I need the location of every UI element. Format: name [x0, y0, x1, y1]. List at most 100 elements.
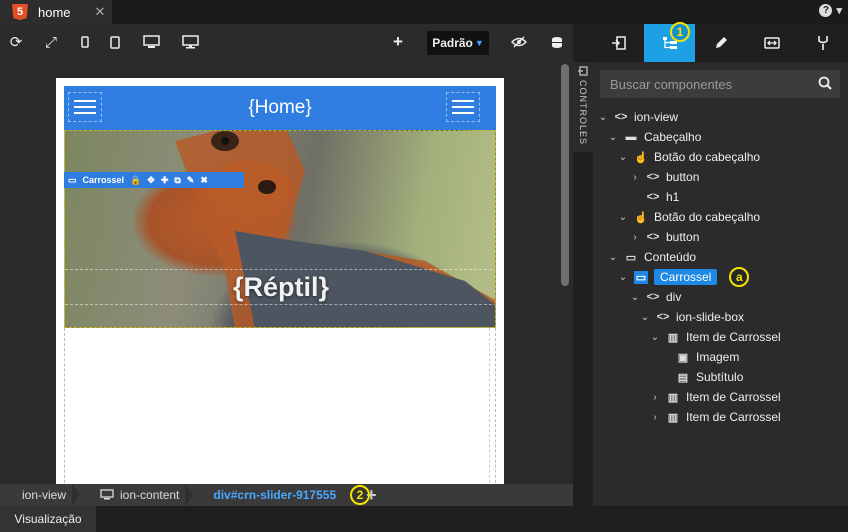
enter-icon — [578, 66, 588, 76]
chevron-right-icon[interactable]: › — [650, 392, 660, 403]
chevron-down-icon[interactable]: ⌄ — [650, 332, 660, 343]
tree-node-label: Cabeçalho — [644, 130, 702, 144]
status-bar: Visualização — [0, 506, 848, 532]
code-icon: <> — [656, 311, 670, 323]
breadcrumb: ion-view ion-content div#crn-slider-9175… — [0, 484, 573, 506]
monitor-icon: ▭ — [625, 251, 637, 264]
tree-node[interactable]: ⌄ ▥ Item de Carrossel — [650, 328, 781, 346]
tree-node[interactable]: ⌄ ☝ Botão do cabeçalho — [618, 148, 760, 166]
copy-icon[interactable]: ⧉ — [174, 175, 180, 186]
breadcrumb-item-current[interactable]: div#crn-slider-917555 — [199, 484, 336, 506]
expand-icon[interactable]: ⤢ — [42, 33, 60, 51]
editor-tab-bar: 5 home ✕ ? ▾ — [0, 0, 848, 24]
tree-node-label: ion-slide-box — [676, 310, 745, 324]
lock-icon[interactable]: 🔒 — [130, 175, 141, 186]
tab-home[interactable]: 5 home ✕ — [0, 0, 112, 24]
tab-edit[interactable] — [695, 24, 746, 62]
chevron-down-icon[interactable]: ⌄ — [640, 312, 650, 323]
tab-events[interactable] — [746, 24, 797, 62]
pin-icon[interactable]: ▾ — [836, 4, 842, 17]
search-input[interactable] — [610, 76, 810, 92]
controls-tab[interactable]: CONTROLES — [573, 62, 593, 152]
desktop-icon[interactable] — [142, 33, 160, 51]
tree-node[interactable]: › <> button — [630, 168, 699, 186]
code-icon: <> — [646, 171, 660, 183]
breadcrumb-item-ion-view[interactable]: ion-view — [0, 484, 66, 506]
tab-import[interactable] — [593, 24, 644, 62]
monitor-icon — [100, 489, 114, 500]
chevron-down-icon[interactable]: ⌄ — [630, 292, 640, 303]
device-preview: {Home} {Réptil} — [56, 78, 504, 484]
header-icon: ▬ — [625, 131, 637, 143]
app-header[interactable]: {Home} — [64, 86, 496, 130]
phone-icon[interactable] — [106, 33, 124, 51]
tree-node[interactable]: ▣ Imagem — [660, 348, 740, 366]
tab-visualization[interactable]: Visualização — [0, 506, 96, 532]
tree-node-label: Carrossel — [654, 269, 718, 285]
tree-node-label: Botão do cabeçalho — [654, 150, 761, 164]
eye-slash-icon[interactable] — [510, 33, 528, 51]
touch-icon: ☝ — [634, 211, 648, 224]
tree-node[interactable]: ⌄ <> ion-slide-box — [640, 308, 744, 326]
chevron-right-icon[interactable]: › — [650, 412, 660, 423]
touch-icon: ☝ — [634, 151, 648, 164]
tree-node-label: Botão do cabeçalho — [654, 210, 761, 224]
preset-select[interactable]: Padrão ▼ — [427, 31, 489, 55]
annotation-1: 1 — [670, 22, 690, 42]
tree-node[interactable]: ⌄ ▬ Cabeçalho — [608, 128, 702, 146]
tree-node[interactable]: <> h1 — [630, 188, 680, 206]
code-icon: <> — [614, 111, 628, 123]
breadcrumb-item-ion-content[interactable]: ion-content — [86, 484, 179, 506]
search-icon[interactable] — [818, 76, 832, 90]
tree-node[interactable]: ▤ Subtítulo — [660, 368, 744, 386]
carousel-subtitle: {Réptil} — [232, 271, 330, 302]
style-icon — [817, 36, 828, 50]
tree-node[interactable]: ⌄ <> ion-view — [598, 108, 678, 126]
tab-label: home — [38, 4, 71, 20]
content-outline-inner — [484, 328, 490, 484]
carousel-slide[interactable]: {Réptil} — [64, 130, 496, 328]
tree-node-label: button — [666, 170, 700, 184]
tree-node-label: Subtítulo — [696, 370, 744, 384]
tree-node[interactable]: ⌄ <> div — [630, 288, 682, 306]
canvas-stage: {Home} {Réptil} ▭ Carrossel 🔒 ✥ ✚ ⧉ ✎ ✖ — [0, 62, 573, 484]
chevron-right-icon[interactable]: › — [630, 172, 640, 183]
tree-node[interactable]: ⌄ ▭ Conteúdo — [608, 248, 696, 266]
tab-style[interactable] — [797, 24, 848, 62]
magic-icon[interactable]: ✎ — [187, 175, 195, 186]
pencil-icon — [715, 37, 727, 48]
refresh-icon[interactable]: ⟳ — [7, 33, 25, 51]
carousel-icon: ▭ — [634, 270, 648, 284]
tree-node-selected[interactable]: ⌄ ▭ Carrossel a — [618, 267, 750, 287]
tree-node-label: Imagem — [696, 350, 740, 364]
chevron-down-icon[interactable]: ⌄ — [618, 272, 628, 283]
selection-label: Carrossel — [82, 175, 125, 185]
monitor-icon[interactable] — [181, 33, 199, 51]
add-child-icon[interactable]: ✚ — [161, 175, 169, 186]
tree-node[interactable]: › ▥ Item de Carrossel — [650, 388, 780, 406]
chevron-down-icon[interactable]: ⌄ — [598, 112, 608, 123]
controls-label: CONTROLES — [578, 80, 588, 146]
chevron-down-icon[interactable]: ⌄ — [608, 132, 618, 143]
database-icon[interactable] — [548, 33, 566, 51]
menu-icon-right[interactable] — [446, 92, 480, 122]
move-icon[interactable]: ✥ — [147, 175, 155, 186]
scrollbar-thumb[interactable] — [561, 64, 569, 286]
chevron-right-icon[interactable]: › — [630, 232, 640, 243]
selection-toolbar: ▭ Carrossel 🔒 ✥ ✚ ⧉ ✎ ✖ — [64, 172, 244, 188]
window-icons: ? ▾ — [819, 4, 842, 17]
component-search — [600, 70, 840, 98]
chevron-down-icon[interactable]: ⌄ — [618, 152, 628, 163]
phone-small-icon[interactable] — [76, 33, 94, 51]
carousel-icon: ▭ — [68, 174, 77, 185]
help-icon[interactable]: ? — [819, 4, 833, 17]
tree-node[interactable]: › ▥ Item de Carrossel — [650, 408, 780, 426]
chevron-down-icon[interactable]: ⌄ — [618, 212, 628, 223]
close-icon[interactable]: ✕ — [95, 4, 106, 20]
delete-icon[interactable]: ✖ — [200, 175, 208, 186]
tree-node[interactable]: ⌄ ☝ Botão do cabeçalho — [618, 208, 760, 226]
chevron-down-icon[interactable]: ⌄ — [608, 252, 618, 263]
code-icon: <> — [646, 231, 660, 243]
add-icon[interactable]: + — [389, 32, 407, 51]
tree-node[interactable]: › <> button — [630, 228, 699, 246]
